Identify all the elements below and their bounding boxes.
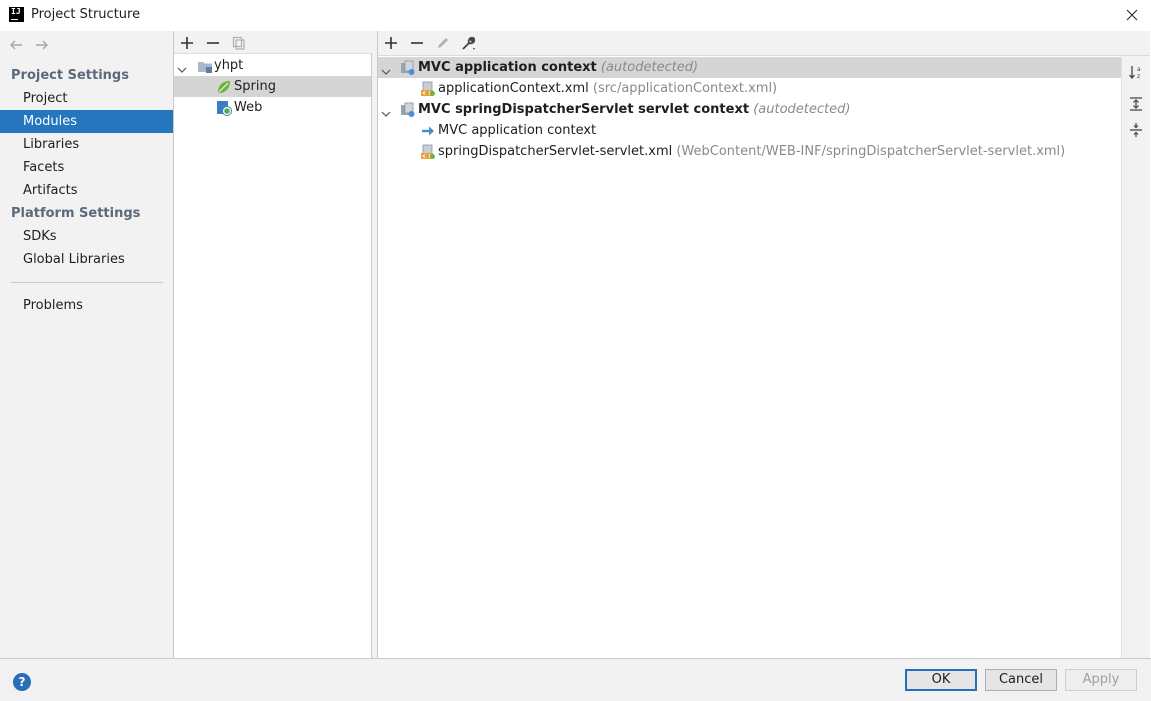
modules-toolbar [174,31,372,54]
nav-arrows [8,37,50,53]
web-facet-icon [216,100,232,116]
sidebar-item-artifacts[interactable]: Artifacts [0,179,173,202]
sidebar-item-problems[interactable]: Problems [0,294,173,317]
context-name: MVC springDispatcherServlet servlet cont… [418,102,750,117]
add-icon[interactable] [178,34,196,52]
help-icon[interactable]: ? [13,673,31,691]
settings-sidebar: Project Settings Project Modules Librari… [0,31,174,658]
sidebar-item-sdks[interactable]: SDKs [0,225,173,248]
window-title: Project Structure [31,7,141,22]
collapse-all-icon[interactable] [1128,122,1144,138]
expand-all-icon[interactable] [1128,96,1144,112]
cancel-button[interactable]: Cancel [985,669,1057,691]
ok-button[interactable]: OK [905,669,977,691]
spring-context-icon [400,60,416,76]
context-file-row[interactable]: springDispatcherServlet-servlet.xml (Web… [378,141,1121,162]
tree-row-root-module[interactable]: yhpt [174,55,371,76]
spring-leaf-icon [216,79,232,95]
svg-text:z: z [1137,73,1140,80]
project-settings-heading: Project Settings [11,68,129,83]
context-name: MVC application context [418,60,597,75]
context-note: (autodetected) [753,102,851,117]
back-arrow-icon[interactable] [8,37,24,53]
sidebar-divider [11,282,163,283]
tree-row-web[interactable]: Web [174,97,371,118]
context-row-servlet[interactable]: MVC springDispatcherServlet servlet cont… [378,99,1121,120]
spring-context-icon [400,102,416,118]
forward-arrow-icon[interactable] [34,37,50,53]
wrench-icon[interactable] [460,34,478,52]
title-bar: IJ Project Structure [0,0,1151,31]
logo-text: IJ [11,7,21,16]
file-label: springDispatcherServlet-servlet.xml [438,144,673,159]
contexts-toolbar [378,31,1150,56]
context-parent-row[interactable]: MVC application context [378,120,1121,141]
sidebar-item-libraries[interactable]: Libraries [0,133,173,156]
apply-button[interactable]: Apply [1065,669,1137,691]
file-path: (src/applicationContext.xml) [592,81,778,96]
file-path: (WebContent/WEB-INF/springDispatcherServ… [676,144,1066,159]
remove-icon[interactable] [204,34,222,52]
sidebar-item-modules[interactable]: Modules [0,110,173,133]
dialog-footer: ? OK Cancel Apply [0,658,1151,701]
sidebar-item-facets[interactable]: Facets [0,156,173,179]
modules-tree: yhpt Spring Web [174,54,372,658]
context-row-mvc-application[interactable]: MVC application context (autodetected) [378,57,1121,78]
close-icon[interactable] [1121,4,1143,26]
parent-context-arrow-icon [420,123,436,139]
sort-alphabetically-icon[interactable]: az [1128,64,1144,80]
chevron-down-icon[interactable] [177,61,187,73]
sidebar-item-global-libraries[interactable]: Global Libraries [0,248,173,271]
intellij-logo-icon: IJ [9,7,24,22]
spring-xml-icon [420,144,436,160]
context-note: (autodetected) [600,60,699,75]
facet-label-web: Web [234,100,263,115]
chevron-down-icon[interactable] [381,105,391,117]
spring-xml-icon [420,81,436,97]
tree-row-spring[interactable]: Spring [174,76,371,97]
copy-icon[interactable] [230,34,248,52]
file-label: applicationContext.xml [438,81,589,96]
chevron-down-icon[interactable] [381,63,391,75]
tree-actions-strip: az [1121,56,1150,658]
module-name: yhpt [214,58,244,73]
context-file-row[interactable]: applicationContext.xml (src/applicationC… [378,78,1121,99]
sidebar-item-project[interactable]: Project [0,87,173,110]
parent-context-label: MVC application context [438,123,597,138]
spring-contexts-tree: MVC application context (autodetected) a… [378,56,1121,658]
svg-text:a: a [1137,66,1141,73]
edit-pencil-icon[interactable] [434,34,452,52]
add-context-icon[interactable] [382,34,400,52]
platform-settings-heading: Platform Settings [11,206,141,221]
folder-module-icon [197,58,213,74]
remove-context-icon[interactable] [408,34,426,52]
facet-label-spring: Spring [234,79,276,94]
